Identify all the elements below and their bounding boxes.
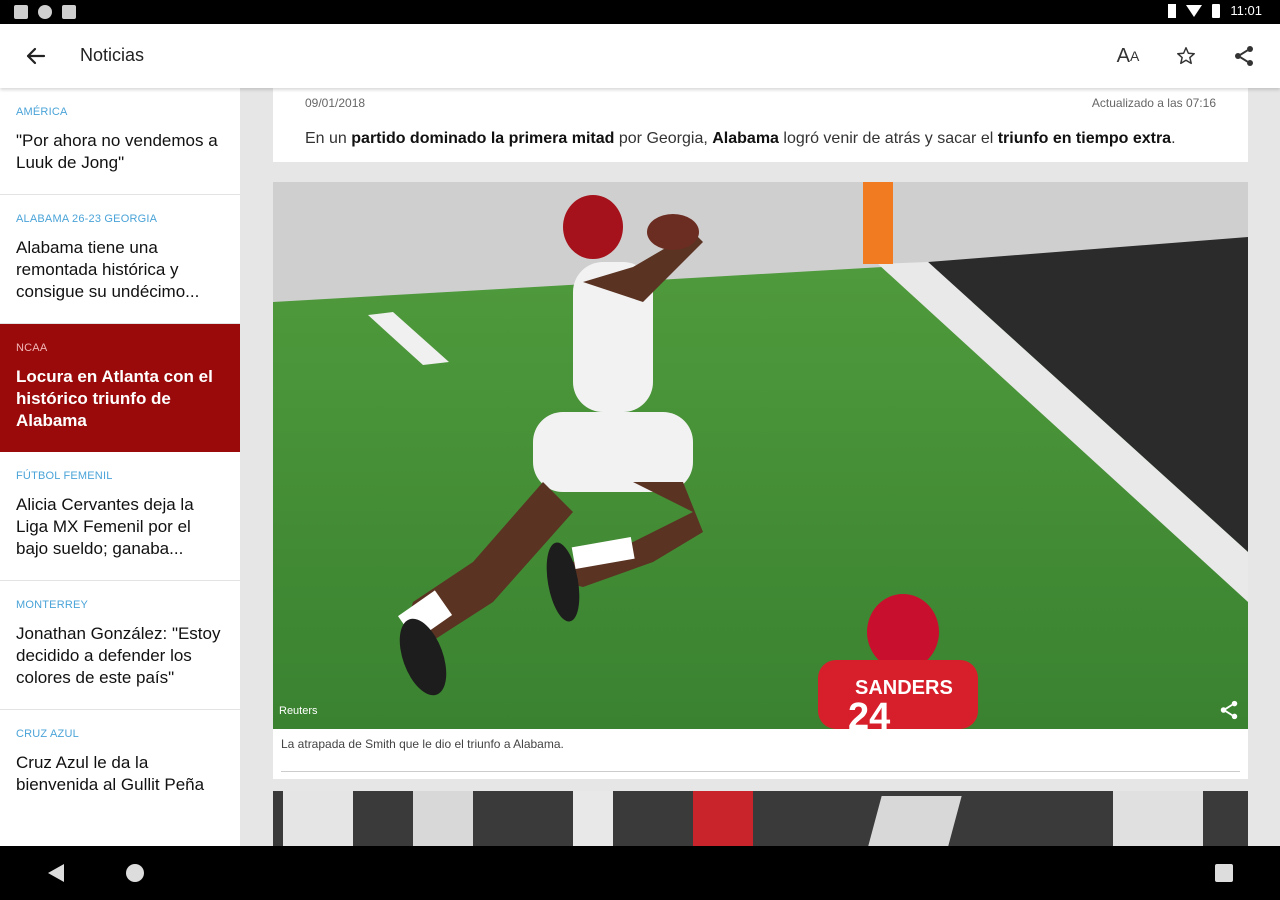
list-item[interactable]: ALABAMA 26-23 GEORGIA Alabama tiene una … <box>0 195 240 324</box>
font-size-icon-big: A <box>1116 44 1130 67</box>
article-summary: En un partido dominado la primera mitad … <box>305 130 1176 147</box>
app-bar: Noticias AA <box>0 24 1280 88</box>
battery-icon <box>1212 3 1221 18</box>
list-item-selected[interactable]: NCAA Locura en Atlanta con el histórico … <box>0 324 240 452</box>
back-button[interactable] <box>22 44 50 68</box>
photo-share-button[interactable] <box>1218 699 1240 721</box>
gallery-notification-icon <box>14 5 28 19</box>
system-nav-bar <box>0 846 1280 900</box>
font-size-icon-small: A <box>1130 48 1140 64</box>
category-label: NCAA <box>16 342 48 354</box>
arrow-back-icon <box>26 47 46 65</box>
share-icon <box>1235 46 1253 66</box>
category-label: FÚTBOL FEMENIL <box>16 470 113 482</box>
font-size-button[interactable]: AA <box>1114 42 1142 70</box>
article-updated: Actualizado a las 07:16 <box>1091 96 1216 110</box>
bluetooth-icon <box>1168 3 1177 18</box>
photo-caption-area: La atrapada de Smith que le dio el triun… <box>273 729 1248 779</box>
nav-back-icon[interactable] <box>48 864 64 882</box>
category-label: AMÉRICA <box>16 106 68 118</box>
list-item[interactable]: CRUZ AZUL Cruz Azul le da la bienvenida … <box>0 710 240 838</box>
headline: Alabama tiene una remontada histórica y … <box>16 238 200 301</box>
share-button[interactable] <box>1230 42 1258 70</box>
list-item[interactable]: MONTERREY Jonathan González: "Estoy deci… <box>0 581 240 710</box>
second-photo[interactable] <box>273 791 1248 846</box>
news-list: AMÉRICA "Por ahora no vendemos a Luuk de… <box>0 88 240 846</box>
category-label: MONTERREY <box>16 599 89 611</box>
list-item[interactable]: AMÉRICA "Por ahora no vendemos a Luuk de… <box>0 88 240 195</box>
article-photo[interactable]: SANDERS 24 Reuters <box>273 182 1248 729</box>
share-icon <box>1220 700 1238 720</box>
favorite-button[interactable] <box>1172 42 1200 70</box>
star-outline-icon <box>1177 47 1195 65</box>
football-catch-photo: SANDERS 24 <box>273 182 1248 729</box>
status-bar: 11:01 <box>0 0 1280 24</box>
list-item[interactable]: FÚTBOL FEMENIL Alicia Cervantes deja la … <box>0 452 240 581</box>
headline: "Por ahora no vendemos a Luuk de Jong" <box>16 131 218 172</box>
crowd-photo <box>273 791 1248 846</box>
play-store-notification-icon <box>62 5 76 19</box>
category-label: CRUZ AZUL <box>16 728 79 740</box>
nav-recents-icon[interactable] <box>1215 864 1233 882</box>
headline: Jonathan González: "Estoy decidido a def… <box>16 624 221 687</box>
sync-notification-icon <box>38 5 52 19</box>
article-header-card: 09/01/2018 Actualizado a las 07:16 En un… <box>273 88 1248 162</box>
photo-source: Reuters <box>279 705 318 717</box>
headline: Cruz Azul le da la bienvenida al Gullit … <box>16 753 205 794</box>
article-view[interactable]: 09/01/2018 Actualizado a las 07:16 En un… <box>241 88 1280 846</box>
nav-home-icon[interactable] <box>126 864 144 882</box>
headline: Alicia Cervantes deja la Liga MX Femenil… <box>16 495 194 558</box>
headline: Locura en Atlanta con el histórico triun… <box>16 367 213 430</box>
divider <box>281 771 1240 772</box>
clock: 11:01 <box>1230 3 1262 18</box>
page-title: Noticias <box>80 45 145 65</box>
jersey-number: 24 <box>848 696 890 729</box>
category-label: ALABAMA 26-23 GEORGIA <box>16 213 158 225</box>
article-date: 09/01/2018 <box>305 96 366 110</box>
photo-caption: La atrapada de Smith que le dio el triun… <box>281 737 564 751</box>
wifi-icon <box>1186 4 1203 17</box>
